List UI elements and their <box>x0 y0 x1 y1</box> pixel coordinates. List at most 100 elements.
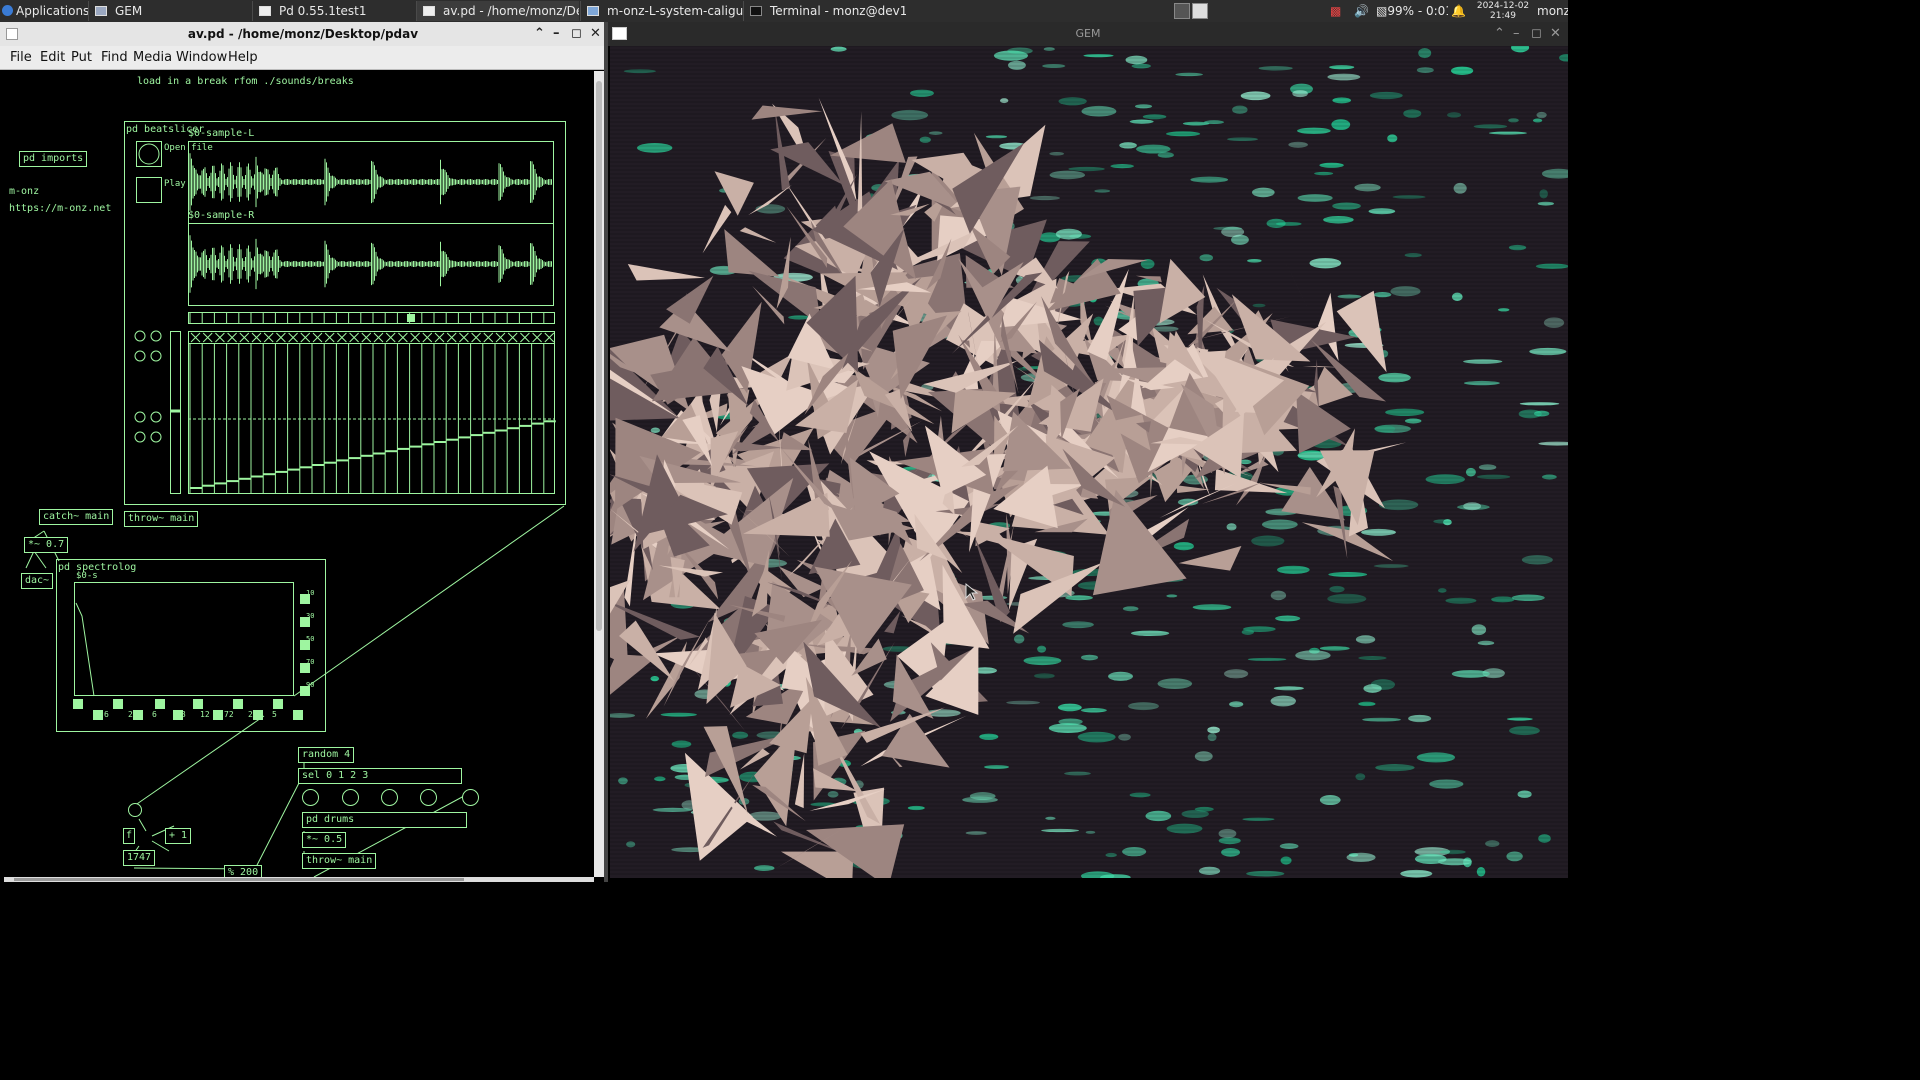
clock-time: 21:49 <box>1490 11 1516 21</box>
menu-window[interactable]: Window <box>176 50 227 65</box>
task-label: GEM <box>115 4 143 18</box>
task-folder[interactable]: m-onz-L-system-caligul... <box>580 1 743 21</box>
hscroll-thumb[interactable] <box>14 878 464 881</box>
plus-one-object[interactable]: + 1 <box>165 828 192 844</box>
menu-edit[interactable]: Edit <box>40 50 65 65</box>
menu-help[interactable]: Help <box>228 50 258 65</box>
menu-find[interactable]: Find <box>101 50 128 65</box>
spectrolog-bin-toggle[interactable] <box>113 699 123 709</box>
playhead-marker <box>407 314 415 322</box>
slice-slider-knob <box>409 445 422 448</box>
task-pd-main[interactable]: Pd 0.55.1test1 <box>252 1 414 21</box>
mul-05-object[interactable]: *~ 0.5 <box>302 832 347 848</box>
spectrolog-bin-label: 12 <box>200 710 210 719</box>
workspace-2[interactable] <box>1192 3 1208 19</box>
spectrolog-scale-label: 50 <box>306 635 315 643</box>
spectrolog-bin-toggle[interactable] <box>193 699 203 709</box>
float-object[interactable]: f <box>123 828 136 844</box>
pd-drums-object[interactable]: pd drums <box>302 812 467 828</box>
sel-bang[interactable] <box>381 789 398 806</box>
close-icon[interactable]: ✕ <box>590 22 601 46</box>
catch-main-object[interactable]: catch~ main <box>39 509 114 525</box>
shade-icon[interactable]: ⌃ <box>534 22 545 46</box>
task-label: Terminal - monz@dev1... <box>770 4 906 18</box>
network-icon[interactable]: ▩ <box>1330 0 1348 22</box>
pd-imports-object[interactable]: pd imports <box>19 151 88 167</box>
step-toggle <box>434 332 445 343</box>
battery-indicator[interactable]: ▧99% - 0:01 <box>1376 0 1448 22</box>
throw-main-object-2[interactable]: throw~ main <box>302 853 377 869</box>
step-toggle <box>385 332 396 343</box>
minimize-icon[interactable]: – <box>553 22 560 46</box>
slice-slider-knob <box>202 484 215 487</box>
sel-bang[interactable] <box>462 789 479 806</box>
foliage-patch <box>1118 733 1131 741</box>
close-icon[interactable]: ✕ <box>1550 22 1561 46</box>
slice-slider-knob <box>482 431 495 434</box>
mod-200-object[interactable]: % 200 <box>224 865 263 877</box>
spectrolog-bin-toggle[interactable] <box>253 710 263 720</box>
task-av-pd[interactable]: av.pd - /home/monz/De... <box>416 1 579 21</box>
menu-file[interactable]: File <box>10 50 32 65</box>
gem-3d-scene <box>610 46 1568 878</box>
task-gem[interactable]: GEM <box>88 1 251 21</box>
workspace-switcher[interactable] <box>1173 0 1211 22</box>
notification-bell-icon[interactable]: 🔔 <box>1451 0 1465 22</box>
sel-bang[interactable] <box>342 789 359 806</box>
bang-button[interactable] <box>128 803 142 817</box>
open-file-button[interactable]: Open file <box>164 142 213 154</box>
maximize-icon[interactable]: ◻ <box>1531 22 1542 46</box>
task-terminal[interactable]: Terminal - monz@dev1... <box>743 1 906 21</box>
foliage-patch <box>1329 585 1345 593</box>
spectrolog-bin-toggle[interactable] <box>133 710 143 720</box>
pd-canvas[interactable]: load in a break rfom ./sounds/breaks pd … <box>4 71 594 877</box>
foliage-patch <box>1295 650 1331 661</box>
foliage-patch <box>1447 112 1462 118</box>
minimize-icon[interactable]: – <box>1513 22 1520 46</box>
menu-put[interactable]: Put <box>71 50 92 65</box>
foliage-patch <box>1363 684 1382 693</box>
gem-render-view[interactable] <box>610 46 1568 878</box>
menu-media[interactable]: Media <box>133 50 172 65</box>
shade-icon[interactable]: ⌃ <box>1494 22 1505 46</box>
spectrolog-bin-toggle[interactable] <box>155 699 165 709</box>
foliage-patch <box>637 142 673 153</box>
counter-number-box[interactable]: 1747 <box>123 850 156 866</box>
scroll-thumb[interactable] <box>596 81 602 631</box>
spectrolog-bin-toggle[interactable] <box>73 699 83 709</box>
spectrolog-bin-toggle[interactable] <box>213 710 223 720</box>
clock[interactable]: 2024-12-02 21:49 <box>1470 0 1536 21</box>
throw-main-object[interactable]: throw~ main <box>124 511 199 527</box>
mode-toggle <box>150 411 162 423</box>
dac-object[interactable]: dac~ <box>21 573 54 589</box>
foliage-patch <box>1390 286 1421 297</box>
spectrolog-scale-label: 30 <box>306 612 315 620</box>
sel-bang[interactable] <box>420 789 437 806</box>
applications-menu[interactable]: Applications <box>2 0 90 22</box>
sel-bang[interactable] <box>302 789 319 806</box>
foliage-patch <box>1425 474 1465 485</box>
sample-l-label: $0-sample-L <box>188 128 255 139</box>
random-object[interactable]: random 4 <box>298 747 355 763</box>
spectrolog-bin-toggle[interactable] <box>273 699 283 709</box>
foliage-patch <box>1041 828 1079 833</box>
spectrolog-bin-toggle[interactable] <box>93 710 103 720</box>
user-menu[interactable]: monz <box>1537 0 1568 22</box>
mesh-shard <box>1336 290 1387 373</box>
spectrolog-bin-toggle[interactable] <box>233 699 243 709</box>
slice-slider-knob <box>263 473 276 476</box>
play-toggle[interactable]: Play <box>164 178 186 190</box>
gem-title-bar[interactable]: GEM ⌃ – ◻ ✕ <box>608 22 1568 46</box>
maximize-icon[interactable]: ◻ <box>571 22 582 46</box>
pd-title-bar[interactable]: av.pd - /home/monz/Desktop/pdav ⌃ – ◻ ✕ <box>0 22 606 46</box>
workspace-1[interactable] <box>1174 3 1190 19</box>
spectrolog-bin-toggle[interactable] <box>293 710 303 720</box>
step-toggle <box>276 332 286 343</box>
sel-object[interactable]: sel 0 1 2 3 <box>298 768 462 784</box>
horizontal-scrollbar[interactable] <box>4 877 594 882</box>
mul-07-object[interactable]: *~ 0.7 <box>24 537 69 553</box>
step-toggle <box>422 332 433 343</box>
volume-icon[interactable]: 🔊 <box>1354 0 1372 22</box>
pd-app-icon <box>6 28 18 40</box>
vertical-scrollbar[interactable] <box>594 71 604 877</box>
